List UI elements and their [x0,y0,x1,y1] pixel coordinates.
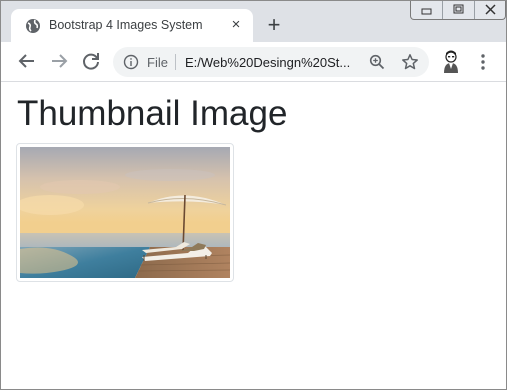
info-icon[interactable] [123,54,139,70]
restore-icon [453,4,464,14]
file-scheme-label: File [147,55,168,70]
close-icon [485,4,496,15]
avatar[interactable] [440,49,462,73]
globe-icon [26,19,40,33]
tab-close-button[interactable]: × [227,16,245,34]
menu-icon[interactable] [475,52,491,72]
address-bar[interactable]: File E:/Web%20Desingn%20St... [113,47,429,77]
url-text[interactable]: E:/Web%20Desingn%20St... [185,55,365,70]
omnibox-divider [175,54,176,70]
browser-toolbar: File E:/Web%20Desingn%20St... [1,42,506,82]
minimize-button[interactable] [411,1,443,19]
thumbnail-image [16,143,234,282]
forward-arrow-icon[interactable] [48,50,70,72]
back-arrow-icon[interactable] [16,50,38,72]
tab-strip: Bootstrap 4 Images System × + [1,1,506,42]
star-icon[interactable] [401,53,419,71]
close-window-button[interactable] [475,1,506,19]
tab-title: Bootstrap 4 Images System [49,18,203,32]
beach-umbrella-photo [20,147,230,278]
page-content: Thumbnail Image [1,82,506,389]
window-controls [410,1,506,20]
browser-window: Bootstrap 4 Images System × + File E:/We… [0,0,507,390]
new-tab-button[interactable]: + [263,14,285,36]
page-title: Thumbnail Image [17,94,288,133]
reload-icon[interactable] [80,50,102,72]
restore-button[interactable] [443,1,475,19]
minimize-icon [421,8,432,15]
zoom-icon[interactable] [369,54,385,70]
tab-active[interactable]: Bootstrap 4 Images System × [11,9,253,42]
